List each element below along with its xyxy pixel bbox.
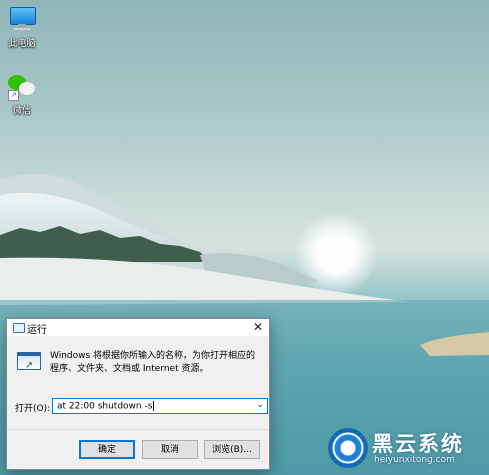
desktop-icon-label: 微信	[12, 106, 31, 116]
run-dialog-title: 运行	[27, 325, 47, 336]
run-dialog-body: ➚ Windows 将根据你所输入的名称，为你打开相应的程序、文件夹、文档或 I…	[7, 336, 269, 430]
wechat-icon: ↗	[8, 73, 36, 101]
desktop-icon-wechat[interactable]: ↗ 微信	[1, 73, 43, 116]
open-row: 打开(O): at 22:00 shutdown -s ⌄	[15, 398, 268, 416]
brand-logo-icon	[328, 428, 368, 468]
desktop-icon-this-pc[interactable]: 此电脑	[1, 6, 43, 49]
desktop-icon-label: 此电脑	[8, 39, 36, 49]
watermark-brand: 黑云系统	[372, 432, 464, 456]
run-app-icon	[13, 323, 25, 333]
sun	[294, 212, 378, 296]
run-dialog: 运行 ✕ ➚ Windows 将根据你所输入的名称，为你打开相应的程序、文件夹、…	[6, 318, 270, 470]
run-dialog-footer: 确定 取消 浏览(B)...	[7, 429, 269, 469]
watermark: 黑云系统 heiyunxitong.com	[328, 428, 478, 473]
run-program-icon: ➚	[17, 350, 43, 374]
watermark-site: heiyunxitong.com	[374, 455, 455, 465]
open-input-value: at 22:00 shutdown -s	[57, 401, 153, 412]
open-input-field[interactable]: at 22:00 shutdown -s	[57, 401, 155, 412]
run-dialog-titlebar[interactable]: 运行 ✕	[7, 319, 269, 336]
cancel-button[interactable]: 取消	[142, 440, 198, 459]
browse-button[interactable]: 浏览(B)...	[204, 440, 260, 459]
ok-button[interactable]: 确定	[79, 440, 135, 459]
close-button[interactable]: ✕	[247, 319, 269, 336]
computer-icon	[8, 6, 36, 32]
open-label: 打开(O):	[15, 404, 51, 414]
shortcut-arrow-icon: ↗	[8, 90, 19, 101]
chevron-down-icon[interactable]: ⌄	[256, 400, 264, 410]
run-description: Windows 将根据你所输入的名称，为你打开相应的程序、文件夹、文档或 Int…	[50, 351, 256, 374]
text-caret	[153, 401, 155, 411]
open-combobox[interactable]: at 22:00 shutdown -s ⌄	[52, 398, 268, 414]
